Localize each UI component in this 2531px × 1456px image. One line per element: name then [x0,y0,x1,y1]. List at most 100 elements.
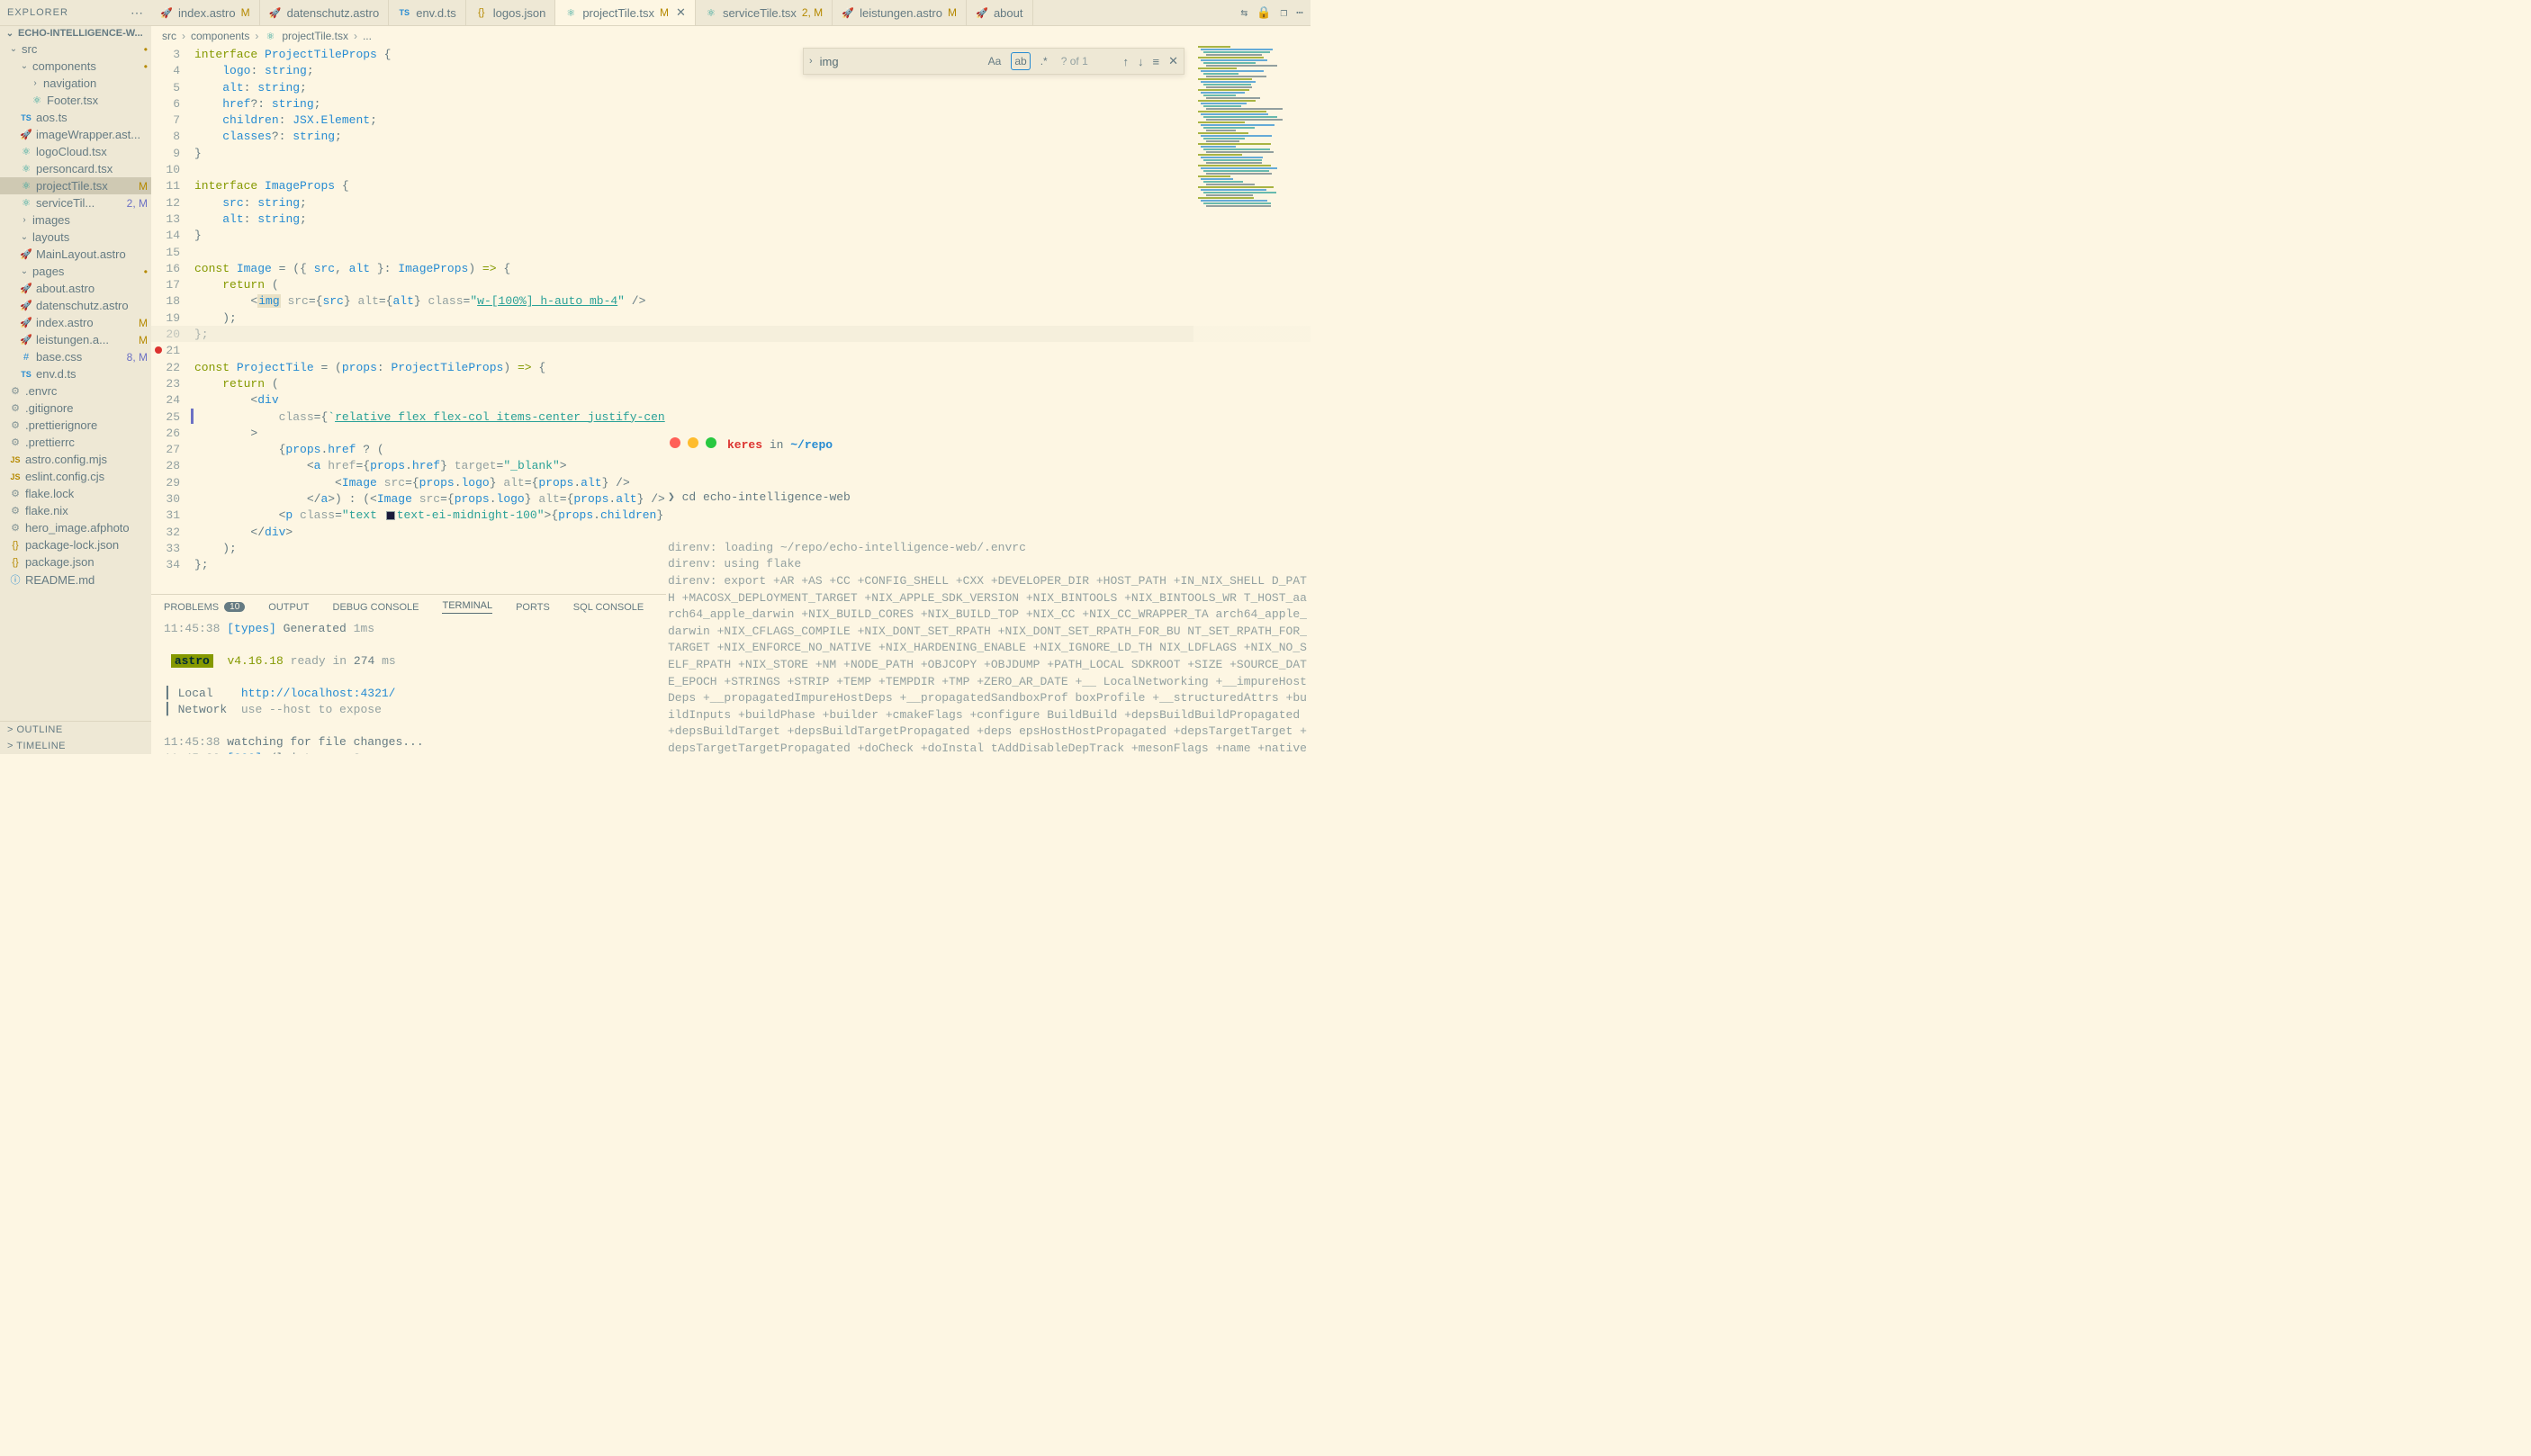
tree-item--prettierignore[interactable]: ⚙.prettierignore [0,417,151,434]
tree-item-astro-config-mjs[interactable]: JSastro.config.mjs [0,451,151,468]
find-word-option[interactable]: ab [1011,52,1030,70]
code-line-16[interactable]: const Image = ({ src, alt }: ImageProps)… [194,261,1311,277]
code-line-9[interactable]: } [194,146,1311,162]
lock-icon[interactable]: 🔒 [1256,6,1271,20]
tab-datenschutz-astro[interactable]: 🚀datenschutz.astro [260,0,390,25]
breadcrumb-segment[interactable]: components [191,30,249,42]
find-regex-option[interactable]: .* [1038,53,1050,69]
explorer-more-icon[interactable]: ⋯ [131,5,144,21]
tree-item-leistungen-a---[interactable]: 🚀leistungen.a...M [0,331,151,348]
tree-item-serviceTil---[interactable]: ⚛serviceTil...2, M [0,194,151,211]
outline-section[interactable]: > OUTLINE [0,722,151,738]
breadcrumb-segment[interactable]: src [162,30,176,42]
panel-tab-problems[interactable]: PROBLEMS10 [164,600,245,614]
minimize-window-icon[interactable] [688,437,698,448]
astro-icon: 🚀 [20,248,32,260]
tab-serviceTile-tsx[interactable]: ⚛serviceTile.tsx2, M [696,0,833,25]
window-traffic-lights[interactable]: keres in ~/repo [666,436,1311,456]
file-name: Footer.tsx [47,94,98,107]
chevron-down-icon: ⌄ [5,29,14,39]
code-line-11[interactable]: interface ImageProps { [194,178,1311,194]
tree-item-logoCloud-tsx[interactable]: ⚛logoCloud.tsx [0,143,151,160]
tree-item-flake-lock[interactable]: ⚙flake.lock [0,485,151,502]
tree-item--gitignore[interactable]: ⚙.gitignore [0,400,151,417]
tab-projectTile-tsx[interactable]: ⚛projectTile.tsxM✕ [555,0,696,25]
tree-item-pages[interactable]: ⌄pages• [0,263,151,280]
code-line-23[interactable]: return ( [194,376,1311,392]
tree-item-about-astro[interactable]: 🚀about.astro [0,280,151,297]
split-icon[interactable]: ❐ [1280,6,1287,20]
code-line-6[interactable]: href?: string; [194,96,1311,112]
code-line-5[interactable]: alt: string; [194,80,1311,96]
find-case-option[interactable]: Aa [986,53,1004,69]
astro-icon: 🚀 [160,6,173,19]
tree-item-datenschutz-astro[interactable]: 🚀datenschutz.astro [0,297,151,314]
code-line-22[interactable]: const ProjectTile = (props: ProjectTileP… [194,360,1311,376]
code-line-19[interactable]: ); [194,310,1311,327]
find-next-icon[interactable]: ↓ [1138,55,1144,68]
tree-item-index-astro[interactable]: 🚀index.astroM [0,314,151,331]
tree-item-Footer-tsx[interactable]: ⚛Footer.tsx [0,92,151,109]
panel-tab-sql-console[interactable]: SQL CONSOLE [573,600,644,614]
code-line-20[interactable]: }; [194,327,1311,343]
find-close-icon[interactable]: ✕ [1168,54,1178,68]
close-tab-icon[interactable]: ✕ [676,5,686,20]
find-input[interactable] [820,55,978,68]
tree-item-README-md[interactable]: ⓘREADME.md [0,571,151,589]
tab-index-astro[interactable]: 🚀index.astroM [151,0,260,25]
code-line-8[interactable]: classes?: string; [194,129,1311,145]
code-line-15[interactable] [194,245,1311,261]
tree-item-components[interactable]: ⌄components• [0,58,151,75]
find-selection-icon[interactable]: ≡ [1153,55,1160,68]
tab-about[interactable]: 🚀about [967,0,1033,25]
panel-tab-debug-console[interactable]: DEBUG CONSOLE [333,600,419,614]
tree-item--envrc[interactable]: ⚙.envrc [0,382,151,400]
code-line-7[interactable]: children: JSX.Element; [194,112,1311,129]
tree-item-aos-ts[interactable]: TSaos.ts [0,109,151,126]
tab-env-d-ts[interactable]: TSenv.d.ts [389,0,466,25]
find-expand-icon[interactable]: › [809,56,813,67]
floating-terminal[interactable]: keres in ~/repo ❯ cd echo-intelligence-w… [666,402,1311,754]
panel-tab-ports[interactable]: PORTS [516,600,550,614]
tree-item-images[interactable]: ›images [0,211,151,229]
tab-logos-json[interactable]: {}logos.json [466,0,556,25]
panel-tab-terminal[interactable]: TERMINAL [442,600,492,614]
panel-tab-output[interactable]: OUTPUT [268,600,309,614]
file-name: hero_image.afphoto [25,521,130,535]
tree-item-hero_image-afphoto[interactable]: ⚙hero_image.afphoto [0,519,151,536]
tree-item-flake-nix[interactable]: ⚙flake.nix [0,502,151,519]
breadcrumb-segment[interactable]: projectTile.tsx [282,30,348,42]
project-header[interactable]: ⌄ ECHO-INTELLIGENCE-W... [0,26,151,40]
tree-item-package-lock-json[interactable]: {}package-lock.json [0,536,151,553]
code-line-21[interactable] [194,343,1311,359]
tree-item-personcard-tsx[interactable]: ⚛personcard.tsx [0,160,151,177]
tab-leistungen-astro[interactable]: 🚀leistungen.astroM [833,0,967,25]
code-line-12[interactable]: src: string; [194,195,1311,211]
more-icon[interactable]: ⋯ [1296,6,1303,20]
tree-item-eslint-config-cjs[interactable]: JSeslint.config.cjs [0,468,151,485]
find-prev-icon[interactable]: ↑ [1123,55,1130,68]
compare-icon[interactable]: ⇆ [1240,6,1247,20]
tree-item-imageWrapper-ast---[interactable]: 🚀imageWrapper.ast... [0,126,151,143]
tree-item-src[interactable]: ⌄src• [0,40,151,58]
code-line-10[interactable] [194,162,1311,178]
file-name: .prettierignore [25,418,97,432]
tree-item-base-css[interactable]: #base.css8, M [0,348,151,365]
close-window-icon[interactable] [670,437,680,448]
tree-item-MainLayout-astro[interactable]: 🚀MainLayout.astro [0,246,151,263]
tree-item-layouts[interactable]: ⌄layouts [0,229,151,246]
json-icon: {} [9,540,22,551]
code-line-13[interactable]: alt: string; [194,211,1311,228]
tree-item-package-json[interactable]: {}package.json [0,553,151,571]
tree-item-projectTile-tsx[interactable]: ⚛projectTile.tsxM [0,177,151,194]
tree-item-env-d-ts[interactable]: TSenv.d.ts [0,365,151,382]
breadcrumb-segment[interactable]: ... [363,30,372,42]
tree-item-navigation[interactable]: ›navigation [0,75,151,92]
timeline-section[interactable]: > TIMELINE [0,738,151,754]
tree-item--prettierrc[interactable]: ⚙.prettierrc [0,434,151,451]
code-line-14[interactable]: } [194,228,1311,244]
maximize-window-icon[interactable] [706,437,716,448]
code-line-18[interactable]: <img src={src} alt={alt} class="w-[100%]… [194,293,1311,310]
breadcrumb[interactable]: src›components›⚛projectTile.tsx›... [151,26,1311,46]
code-line-17[interactable]: return ( [194,277,1311,293]
